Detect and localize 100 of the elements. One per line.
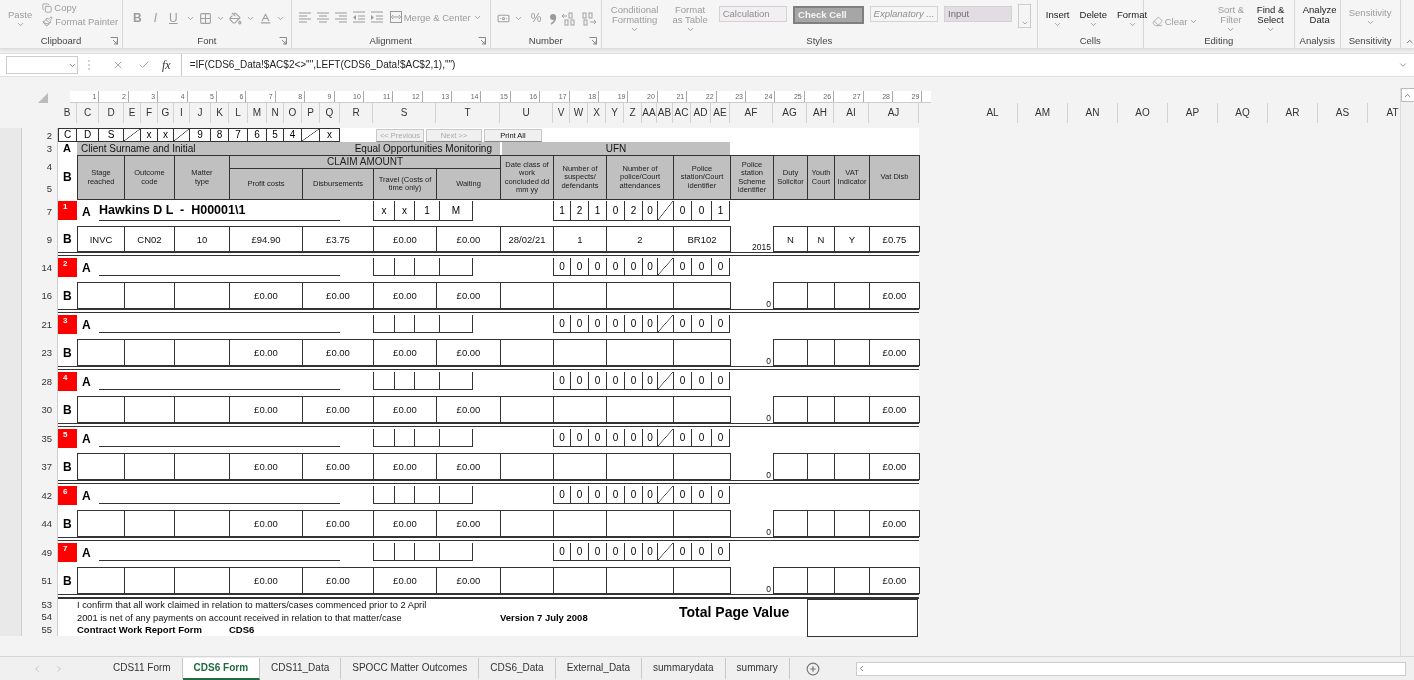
sheet-tab[interactable]: External_Data [555, 657, 642, 680]
find-select-button[interactable]: Find & Select [1253, 5, 1288, 34]
column-header[interactable]: B [58, 103, 77, 123]
ufn-digit[interactable]: 0 [711, 372, 730, 390]
ufn-digit[interactable]: 0 [553, 372, 570, 390]
column-header[interactable]: AA [642, 103, 657, 123]
column-header[interactable]: O [284, 103, 302, 123]
cells-button[interactable]: Delete [1077, 10, 1109, 29]
analyze-data-button[interactable]: Analyze Data [1300, 5, 1339, 25]
ufn-digit[interactable]: 0 [642, 543, 657, 561]
column-header[interactable]: AN [1068, 103, 1118, 123]
ufn-digit[interactable]: 0 [711, 429, 730, 447]
cell-style[interactable]: Input [944, 6, 1013, 22]
ufn-digit[interactable]: 0 [624, 486, 642, 504]
ufn-digit[interactable]: 0 [570, 372, 588, 390]
column-header[interactable]: Z [624, 103, 642, 123]
column-header[interactable]: AI [834, 103, 869, 123]
ufn-digit[interactable]: 2 [570, 201, 588, 221]
column-header[interactable]: M [248, 103, 267, 123]
column-header[interactable]: R [340, 103, 373, 123]
cells-button[interactable]: Insert [1043, 10, 1072, 29]
ufn-digit[interactable]: 0 [673, 201, 691, 221]
ufn-digit[interactable]: 1 [588, 201, 606, 221]
column-header[interactable]: AJ [869, 103, 919, 123]
column-header[interactable]: AO [1118, 103, 1168, 123]
column-header[interactable]: X [588, 103, 606, 123]
ufn-digit[interactable]: 0 [553, 258, 570, 276]
ufn-digit[interactable]: 0 [588, 258, 606, 276]
ufn-digit[interactable]: 0 [642, 372, 657, 390]
column-header[interactable]: U [500, 103, 553, 123]
ufn-digit[interactable]: 0 [588, 543, 606, 561]
ufn-digit[interactable]: 0 [642, 486, 657, 504]
ufn-digit[interactable]: 0 [570, 258, 588, 276]
column-header[interactable]: AE [711, 103, 730, 123]
column-header[interactable]: N [267, 103, 284, 123]
sheet-tab[interactable]: CDS11 Form [102, 657, 183, 680]
column-header[interactable]: AD [691, 103, 711, 123]
sheet-tab[interactable]: CDS6_Data [479, 657, 556, 680]
ufn-digit[interactable]: 0 [606, 429, 624, 447]
column-header[interactable]: AP [1168, 103, 1218, 123]
ufn-digit[interactable]: 0 [624, 258, 642, 276]
column-header[interactable]: AS [1318, 103, 1368, 123]
ufn-digit[interactable]: 0 [570, 315, 588, 333]
ufn-digit[interactable]: 0 [711, 258, 730, 276]
sheet-tab[interactable]: summarydata [642, 657, 726, 680]
column-header[interactable]: D [99, 103, 124, 123]
row-number[interactable]: 21 [41, 319, 52, 330]
column-header[interactable]: W [570, 103, 588, 123]
sheet-tab[interactable]: CDS6 Form [182, 657, 261, 680]
column-header[interactable]: L [229, 103, 248, 123]
column-header[interactable]: AB [657, 103, 673, 123]
row-number[interactable]: 30 [41, 404, 52, 415]
ufn-digit[interactable]: 0 [673, 315, 691, 333]
ufn-digit[interactable]: 0 [711, 486, 730, 504]
row-number[interactable]: 35 [41, 433, 52, 444]
row-number[interactable]: 53 [41, 598, 52, 610]
row-number[interactable]: 55 [41, 624, 52, 636]
ufn-digit[interactable]: 0 [588, 315, 606, 333]
row-number[interactable]: 28 [41, 376, 52, 387]
column-header[interactable]: AG [773, 103, 807, 123]
ufn-digit[interactable]: 0 [691, 372, 711, 390]
ufn-digit[interactable]: 1 [553, 201, 570, 221]
row-number[interactable]: 2 [46, 129, 52, 141]
column-header[interactable]: E [124, 103, 141, 123]
formula-field[interactable]: =IF(CDS6_Data!$AC$2<>"",LEFT(CDS6_Data!$AC$2,1),"") [180, 54, 1414, 76]
ufn-digit[interactable]: 0 [691, 543, 711, 561]
row-number[interactable]: 16 [41, 290, 52, 301]
ufn-digit[interactable]: 0 [624, 429, 642, 447]
column-header[interactable]: C [77, 103, 99, 123]
ufn-digit[interactable]: 0 [606, 258, 624, 276]
ufn-digit[interactable]: 0 [642, 258, 657, 276]
row-number[interactable]: 5 [46, 182, 52, 194]
column-header[interactable]: T [436, 103, 500, 123]
row-number[interactable]: 14 [41, 262, 52, 273]
ufn-digit[interactable]: 0 [553, 429, 570, 447]
column-header[interactable]: AL [968, 103, 1018, 123]
row-number[interactable]: 37 [41, 461, 52, 472]
row-number[interactable]: 7 [46, 206, 52, 217]
ufn-digit[interactable]: 0 [673, 429, 691, 447]
ufn-digit[interactable]: 0 [691, 201, 711, 221]
sheet-tab[interactable]: CDS11_Data [260, 657, 342, 680]
ufn-digit[interactable]: 0 [606, 315, 624, 333]
column-header[interactable]: AF [730, 103, 773, 123]
ufn-digit[interactable]: 0 [570, 543, 588, 561]
monitoring-box[interactable]: x [394, 201, 414, 221]
column-header[interactable]: K [211, 103, 229, 123]
insert-function-button[interactable]: fx [162, 57, 171, 73]
ufn-digit[interactable]: 0 [673, 543, 691, 561]
column-header[interactable]: AR [1268, 103, 1318, 123]
ufn-digit[interactable]: 0 [588, 429, 606, 447]
row-number[interactable]: 4 [46, 160, 52, 172]
ufn-digit[interactable]: 2 [624, 201, 642, 221]
row-number[interactable]: 3 [46, 143, 52, 154]
ufn-digit[interactable]: 0 [624, 372, 642, 390]
ufn-digit[interactable]: 0 [673, 258, 691, 276]
ufn-digit[interactable]: 0 [691, 486, 711, 504]
row-number[interactable]: 44 [41, 518, 52, 529]
ufn-digit[interactable]: 0 [553, 315, 570, 333]
ufn-digit[interactable]: 0 [673, 486, 691, 504]
column-header[interactable]: Y [606, 103, 624, 123]
